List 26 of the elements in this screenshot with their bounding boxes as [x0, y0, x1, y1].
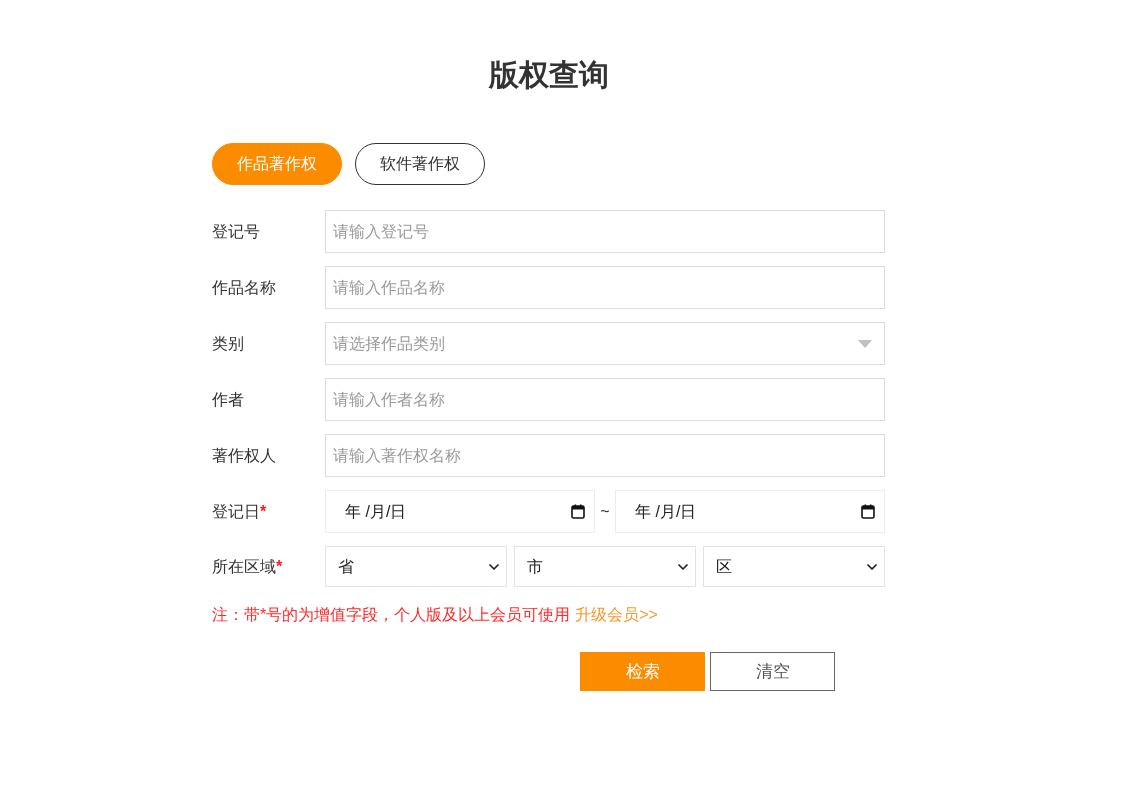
- select-field[interactable]: 区: [703, 546, 885, 587]
- caret-down-icon: [858, 339, 872, 348]
- date-field[interactable]: 年 /月/日: [325, 490, 595, 533]
- select-field[interactable]: 市: [514, 546, 696, 587]
- page-title: 版权查询: [488, 57, 609, 93]
- date-field[interactable]: 年 /月/日: [615, 490, 885, 533]
- clear-button[interactable]: 清空: [710, 652, 835, 691]
- field-label: 登记号: [212, 221, 260, 242]
- field-label: 作品名称: [212, 277, 276, 298]
- note-text: 注：带*号的为增值字段，个人版及以上会员可使用: [212, 605, 571, 625]
- text-field[interactable]: 请输入作者名称: [325, 378, 885, 421]
- field-label: 类别: [212, 333, 244, 354]
- tab[interactable]: 软件著作权: [355, 143, 485, 185]
- range-separator: ~: [599, 501, 611, 522]
- calendar-icon: [861, 504, 875, 519]
- required-mark: *: [276, 556, 283, 577]
- field-label: 登记日: [212, 501, 260, 522]
- select-field[interactable]: 省: [325, 546, 507, 587]
- field-label: 所在区域: [212, 556, 276, 577]
- text-field[interactable]: 请输入著作权名称: [325, 434, 885, 477]
- calendar-icon: [571, 504, 585, 519]
- field-label: 作者: [212, 389, 244, 410]
- required-mark: *: [260, 501, 267, 522]
- text-field[interactable]: 请输入登记号: [325, 210, 885, 253]
- text-field[interactable]: 请输入作品名称: [325, 266, 885, 309]
- field-label: 著作权人: [212, 445, 276, 466]
